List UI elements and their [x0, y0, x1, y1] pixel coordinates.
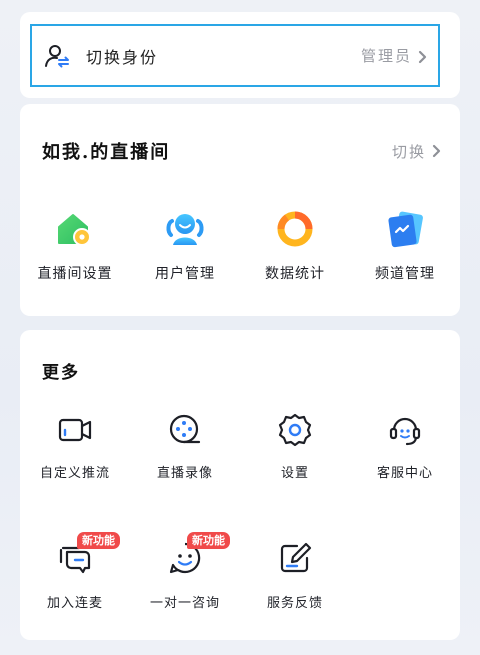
live-recording-item[interactable]: 直播录像 — [130, 410, 240, 481]
room-settings-icon — [53, 207, 97, 251]
switch-identity-label: 切换身份 — [86, 47, 159, 67]
gear-icon — [275, 410, 315, 450]
one-on-one-consult-item[interactable]: 新功能 一对一咨询 — [130, 532, 240, 611]
more-grid-row-2: 新功能 加入连麦 新功能 一对一咨询 服务反馈 — [20, 532, 460, 611]
chat-smile-icon: 新功能 — [165, 532, 230, 578]
more-grid-row-1: 自定义推流 直播录像 设置 客服中心 — [20, 410, 460, 481]
user-management-icon — [163, 207, 207, 251]
video-camera-icon — [55, 410, 95, 450]
switch-room-button[interactable]: 切换 — [392, 141, 442, 162]
settings-item[interactable]: 设置 — [240, 410, 350, 481]
one-on-one-consult-label: 一对一咨询 — [149, 596, 220, 611]
custom-push-stream-item[interactable]: 自定义推流 — [20, 410, 130, 481]
live-room-card: 如我.的直播间 切换 直播间设置 用户管理 数据统计 频道管理 — [20, 104, 460, 316]
chevron-right-icon — [432, 144, 442, 158]
join-co-host-item[interactable]: 新功能 加入连麦 — [20, 532, 130, 611]
live-recording-label: 直播录像 — [156, 466, 213, 481]
channel-management-label: 频道管理 — [375, 266, 435, 282]
live-room-grid: 直播间设置 用户管理 数据统计 频道管理 — [20, 207, 460, 283]
new-feature-badge: 新功能 — [187, 532, 230, 549]
settings-label: 设置 — [280, 466, 309, 481]
user-management-label: 用户管理 — [155, 266, 215, 282]
user-switch-icon — [44, 43, 70, 69]
film-reel-icon — [165, 410, 205, 450]
custom-push-stream-label: 自定义推流 — [39, 466, 110, 481]
data-stats-icon — [273, 207, 317, 251]
switch-room-label: 切换 — [391, 142, 426, 161]
identity-card: 切换身份 管理员 — [20, 12, 460, 98]
live-room-header: 如我.的直播间 切换 — [42, 138, 442, 164]
channel-management-icon — [383, 207, 427, 251]
more-title: 更多 — [42, 363, 80, 383]
customer-service-label: 客服中心 — [376, 466, 433, 481]
current-role-value: 管理员 — [360, 47, 412, 65]
room-settings-item[interactable]: 直播间设置 — [20, 207, 130, 283]
join-co-host-label: 加入连麦 — [46, 596, 103, 611]
live-room-title: 如我.的直播间 — [42, 142, 171, 163]
data-stats-item[interactable]: 数据统计 — [240, 207, 350, 283]
headset-icon — [385, 410, 425, 450]
switch-identity-row[interactable]: 切换身份 管理员 — [30, 24, 440, 87]
data-stats-label: 数据统计 — [265, 266, 325, 282]
chevron-right-icon — [418, 49, 428, 63]
room-settings-label: 直播间设置 — [37, 266, 113, 282]
new-feature-badge: 新功能 — [77, 532, 120, 549]
more-card: 更多 自定义推流 直播录像 设置 客服中心 新功能 加入连麦 新功能 一对一咨询… — [20, 330, 460, 640]
service-feedback-label: 服务反馈 — [266, 596, 323, 611]
channel-management-item[interactable]: 频道管理 — [350, 207, 460, 283]
feedback-edit-icon — [275, 538, 315, 578]
user-management-item[interactable]: 用户管理 — [130, 207, 240, 283]
service-feedback-item[interactable]: 服务反馈 — [240, 538, 350, 611]
chat-bubbles-icon: 新功能 — [55, 532, 120, 578]
customer-service-item[interactable]: 客服中心 — [350, 410, 460, 481]
